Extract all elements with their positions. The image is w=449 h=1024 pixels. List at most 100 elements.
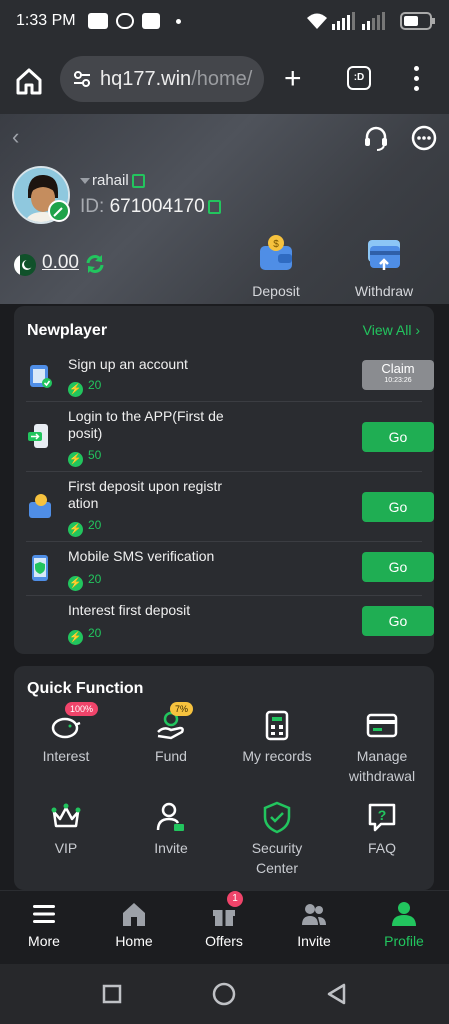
manage-withdrawal-label2: withdrawal [348, 768, 416, 784]
newplayer-card: Newplayer View All › Sign up an account … [14, 306, 434, 654]
user-id: ID: 671004170 [80, 196, 205, 218]
copy-id-icon[interactable] [208, 200, 221, 214]
invite-function-button[interactable]: Invite [121, 800, 221, 858]
view-all-label: View All [362, 322, 412, 338]
security-center-button[interactable]: Security Center [227, 800, 327, 878]
deposit-button[interactable]: $ Deposit [241, 234, 311, 299]
crown-icon [51, 803, 81, 828]
view-all-link[interactable]: View All › [363, 322, 420, 338]
faq-icon: ? [368, 803, 396, 832]
balance-amount: 0.00 [42, 252, 79, 273]
my-records-button[interactable]: My records [227, 708, 327, 766]
nav-invite-label: Invite [297, 933, 331, 949]
back-triangle-icon[interactable] [326, 983, 348, 1005]
dot-icon [176, 19, 181, 24]
task-name-line2: ation [68, 495, 99, 511]
security-center-label2: Center [255, 860, 299, 876]
task-name-line1: First deposit upon registr [68, 478, 223, 494]
task-reward: ⚡ 50 [68, 448, 101, 467]
hamburger-icon [33, 905, 55, 923]
status-bar: 1:33 PM [0, 0, 449, 44]
nav-profile[interactable]: Profile [364, 901, 444, 949]
interest-badge: 100% [65, 702, 99, 716]
claim-timer: 10:23:26 [384, 377, 412, 384]
notification-icon [88, 13, 108, 29]
go-button[interactable]: Go [362, 422, 434, 452]
nav-offers[interactable]: 1 Offers [184, 891, 264, 949]
go-button[interactable]: Go [362, 606, 434, 636]
tab-switcher-button[interactable]: :D [347, 66, 371, 90]
nav-home[interactable]: Home [94, 901, 174, 949]
app-icon [142, 13, 160, 29]
records-icon [265, 710, 289, 741]
vip-button[interactable]: VIP [16, 800, 116, 858]
username: rahail [92, 172, 129, 189]
claim-button[interactable]: Claim 10:23:26 [362, 360, 434, 390]
site-settings-icon[interactable] [72, 70, 92, 88]
new-tab-icon[interactable]: + [284, 64, 302, 94]
faq-button[interactable]: ? FAQ [332, 800, 432, 858]
recents-icon[interactable] [102, 984, 122, 1004]
deposit-icon: $ [260, 235, 292, 270]
interest-button[interactable]: 100% Interest [16, 702, 116, 766]
nav-offers-label: Offers [205, 933, 243, 949]
back-icon[interactable]: ‹ [12, 124, 19, 150]
pakistan-flag-icon [14, 254, 36, 276]
svg-text:?: ? [378, 807, 387, 823]
manage-withdrawal-label1: Manage [356, 748, 408, 764]
task-reward: ⚡ 20 [68, 572, 101, 591]
refresh-icon[interactable] [84, 253, 106, 275]
browser-toolbar: hq177.win/home/ + :D [0, 44, 449, 114]
task-name-line1: Login to the APP(First de [68, 408, 224, 424]
task-reward: ⚡ 20 [68, 518, 101, 537]
url-host: hq177.win [100, 68, 192, 90]
lightning-icon: ⚡ [68, 452, 83, 467]
my-records-label: My records [242, 748, 312, 764]
withdraw-label: Withdraw [354, 283, 414, 299]
task-reward-value: 20 [88, 378, 102, 392]
invite-user-icon [156, 802, 184, 831]
wifi-icon [307, 13, 327, 29]
fund-button[interactable]: 7% Fund [121, 702, 221, 766]
task-reward-value: 20 [88, 626, 102, 640]
task-name-line2: posit) [68, 425, 103, 441]
go-button[interactable]: Go [362, 492, 434, 522]
newplayer-title: Newplayer [27, 322, 108, 339]
address-bar[interactable]: hq177.win/home/ [60, 56, 264, 102]
headset-icon[interactable] [362, 124, 390, 152]
quick-function-card: Quick Function 100% Interest 7% Fund My … [14, 666, 434, 890]
task-row: Login to the APP(First de posit) ⚡ 50 Go [26, 402, 434, 472]
home-circle-icon[interactable] [212, 982, 236, 1006]
url-path: /home/ [191, 68, 253, 90]
nav-more[interactable]: More [4, 901, 84, 949]
invite-function-label: Invite [154, 840, 188, 856]
task-name: Interest first deposit [68, 602, 191, 618]
chat-icon[interactable] [410, 124, 438, 152]
profile-icon [392, 902, 416, 926]
withdraw-button[interactable]: Withdraw [349, 234, 419, 299]
faq-label: FAQ [367, 840, 396, 856]
signal-2-icon [362, 12, 385, 30]
dropdown-icon[interactable] [80, 178, 90, 186]
task-name: First deposit upon registr ation [68, 478, 248, 512]
lightning-icon: ⚡ [68, 630, 83, 645]
svg-text:$: $ [273, 239, 279, 250]
wallet-coin-icon [29, 494, 51, 518]
card-icon [366, 713, 398, 738]
chevron-right-icon: › [415, 322, 420, 338]
browser-menu-icon[interactable] [412, 66, 420, 92]
task-row: Mobile SMS verification ⚡ 20 Go [26, 542, 434, 596]
edit-avatar-icon[interactable] [48, 200, 70, 222]
nav-invite[interactable]: Invite [274, 901, 354, 949]
task-reward-value: 20 [88, 518, 102, 532]
system-nav-bar [0, 964, 449, 1024]
go-button[interactable]: Go [362, 552, 434, 582]
manage-withdrawal-button[interactable]: Manage withdrawal [332, 708, 432, 786]
shield-check-icon [263, 801, 291, 834]
task-reward-value: 50 [88, 448, 102, 462]
browser-home-icon[interactable] [14, 66, 44, 96]
lightning-icon: ⚡ [68, 522, 83, 537]
task-row: Sign up an account ⚡ 20 Claim 10:23:26 [26, 352, 434, 402]
copy-username-icon[interactable] [132, 174, 145, 188]
quick-function-title: Quick Function [27, 680, 144, 697]
